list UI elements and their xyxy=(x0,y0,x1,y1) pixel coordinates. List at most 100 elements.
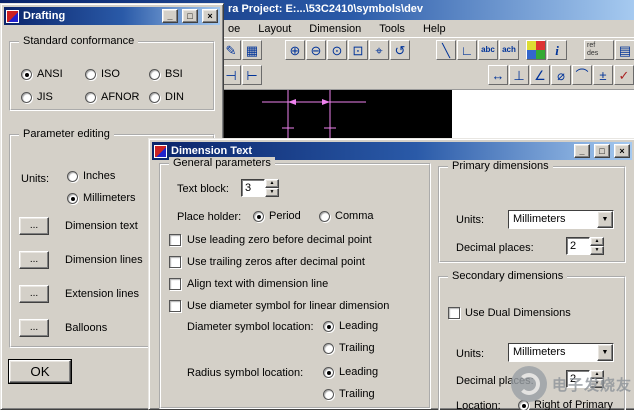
menu-item-layout[interactable]: Layout xyxy=(249,21,300,37)
ok-button[interactable]: OK xyxy=(9,360,71,383)
spin-down-icon[interactable]: ▼ xyxy=(590,246,604,255)
ortho-icon[interactable]: ∟ xyxy=(457,40,477,60)
radio-bsi[interactable]: BSI xyxy=(149,67,183,81)
radio-diameter-leading[interactable]: Leading xyxy=(323,319,378,333)
radio-icon[interactable] xyxy=(67,193,78,204)
radio-icon[interactable] xyxy=(323,367,334,378)
radio-icon[interactable] xyxy=(149,92,160,103)
radio-inches[interactable]: Inches xyxy=(67,169,115,183)
use-leading-zero-row[interactable]: Use leading zero before decimal point xyxy=(169,231,389,249)
spin-up-icon[interactable]: ▲ xyxy=(265,179,279,188)
text-abc-icon[interactable]: abc xyxy=(478,40,498,60)
radio-icon[interactable] xyxy=(319,211,330,222)
dimension-datum-icon[interactable]: ⊢ xyxy=(242,65,262,85)
maximize-icon[interactable]: □ xyxy=(182,9,198,23)
radio-millimeters[interactable]: Millimeters xyxy=(67,191,136,205)
close-icon[interactable]: × xyxy=(614,144,630,158)
radio-ansi[interactable]: ANSI xyxy=(21,67,63,81)
radio-period[interactable]: Period xyxy=(253,209,301,223)
diameter-dimension-icon[interactable]: ⌀ xyxy=(551,65,571,85)
stepper-value[interactable]: 2 xyxy=(566,237,590,255)
checkbox-icon[interactable] xyxy=(169,278,181,290)
radio-icon[interactable] xyxy=(253,211,264,222)
linear-dimension-icon[interactable]: ↔ xyxy=(488,65,508,85)
menu-item-help[interactable]: Help xyxy=(414,21,455,37)
radio-label: ANSI xyxy=(37,68,63,80)
drafting-titlebar[interactable]: Drafting _ □ × xyxy=(4,7,220,25)
zoom-points-icon[interactable]: ⌖ xyxy=(369,40,389,60)
parameter-row-label: Dimension lines xyxy=(65,254,143,266)
radio-jis[interactable]: JIS xyxy=(21,90,53,104)
dimension-extension-icon[interactable]: ⊣ xyxy=(221,65,241,85)
color-palette-icon[interactable] xyxy=(526,40,546,60)
menu-item-dimension[interactable]: Dimension xyxy=(300,21,370,37)
layers-icon[interactable]: ▤ xyxy=(615,40,634,60)
draw-icon[interactable]: ✎ xyxy=(221,40,241,60)
info-icon[interactable]: i xyxy=(547,40,567,60)
radio-icon[interactable] xyxy=(21,92,32,103)
use-trailing-zeros-row[interactable]: Use trailing zeros after decimal point xyxy=(169,253,389,271)
tolerance-icon[interactable]: ± xyxy=(593,65,613,85)
radio-diameter-trailing[interactable]: Trailing xyxy=(323,341,375,355)
radio-icon[interactable] xyxy=(85,69,96,80)
text-attach-icon[interactable]: ach xyxy=(499,40,519,60)
zoom-in-icon[interactable]: ⊕ xyxy=(285,40,305,60)
radio-comma[interactable]: Comma xyxy=(319,209,374,223)
checkbox-icon[interactable] xyxy=(169,234,181,246)
general-checkboxes: Use leading zero before decimal point Us… xyxy=(169,231,389,319)
radio-icon[interactable] xyxy=(67,171,78,182)
line-icon[interactable]: ╲ xyxy=(436,40,456,60)
radio-icon[interactable] xyxy=(149,69,160,80)
zoom-window-icon[interactable]: ⊡ xyxy=(348,40,368,60)
radio-label: ISO xyxy=(101,68,120,80)
radio-icon[interactable] xyxy=(323,343,334,354)
spin-up-icon[interactable]: ▲ xyxy=(590,237,604,246)
primary-decimal-stepper[interactable]: 2 ▲ ▼ xyxy=(566,237,604,255)
check-icon[interactable]: ✓ xyxy=(614,65,634,85)
primary-decimal-label: Decimal places: xyxy=(456,242,534,254)
primary-units-dropdown[interactable]: Millimeters ▼ xyxy=(508,210,614,229)
close-icon[interactable]: × xyxy=(202,9,218,23)
radio-afnor[interactable]: AFNOR xyxy=(85,90,140,104)
perpendicular-dimension-icon[interactable]: ⊥ xyxy=(509,65,529,85)
radio-iso[interactable]: ISO xyxy=(85,67,120,81)
chevron-down-icon[interactable]: ▼ xyxy=(597,211,613,228)
checkbox-icon[interactable] xyxy=(169,300,181,312)
radio-icon[interactable] xyxy=(21,69,32,80)
minimize-icon[interactable]: _ xyxy=(162,9,178,23)
ellipsis-button[interactable]: ... xyxy=(19,285,49,303)
text-block-stepper[interactable]: 3 ▲ ▼ xyxy=(241,179,279,197)
zoom-out-icon[interactable]: ⊖ xyxy=(306,40,326,60)
angle-dimension-icon[interactable]: ∠ xyxy=(530,65,550,85)
toolbar-draw-group: ╲∟abcach xyxy=(436,40,519,60)
maximize-icon[interactable]: □ xyxy=(594,144,610,158)
spin-down-icon[interactable]: ▼ xyxy=(265,188,279,197)
align-text-row[interactable]: Align text with dimension line xyxy=(169,275,389,293)
ellipsis-button[interactable]: ... xyxy=(19,217,49,235)
menu-item-tools[interactable]: Tools xyxy=(370,21,414,37)
radius-dimension-icon[interactable]: ⌒ xyxy=(572,65,592,85)
stepper-value[interactable]: 3 xyxy=(241,179,265,197)
refdes-icon[interactable]: ref des xyxy=(584,40,614,60)
radio-radius-trailing[interactable]: Trailing xyxy=(323,387,375,401)
checkbox-icon[interactable] xyxy=(448,307,460,319)
radio-din[interactable]: DIN xyxy=(149,90,184,104)
ellipsis-button[interactable]: ... xyxy=(19,319,49,337)
zoom-previous-icon[interactable]: ↺ xyxy=(390,40,410,60)
ellipsis-button[interactable]: ... xyxy=(19,251,49,269)
use-dual-dimensions-checkbox[interactable]: Use Dual Dimensions xyxy=(448,306,571,320)
chevron-down-icon[interactable]: ▼ xyxy=(597,344,613,361)
radio-label: AFNOR xyxy=(101,91,140,103)
radio-icon[interactable] xyxy=(323,389,334,400)
radio-icon[interactable] xyxy=(85,92,96,103)
secondary-units-dropdown[interactable]: Millimeters ▼ xyxy=(508,343,614,362)
toolbar-zoom-group: ⊕⊖⊙⊡⌖↺ xyxy=(285,40,410,60)
grid-icon[interactable]: ▦ xyxy=(242,40,262,60)
units-label: Units: xyxy=(21,173,49,185)
checkbox-icon[interactable] xyxy=(169,256,181,268)
radio-icon[interactable] xyxy=(323,321,334,332)
radio-radius-leading[interactable]: Leading xyxy=(323,365,378,379)
use-diameter-symbol-row[interactable]: Use diameter symbol for linear dimension xyxy=(169,297,389,315)
zoom-center-icon[interactable]: ⊙ xyxy=(327,40,347,60)
minimize-icon[interactable]: _ xyxy=(574,144,590,158)
